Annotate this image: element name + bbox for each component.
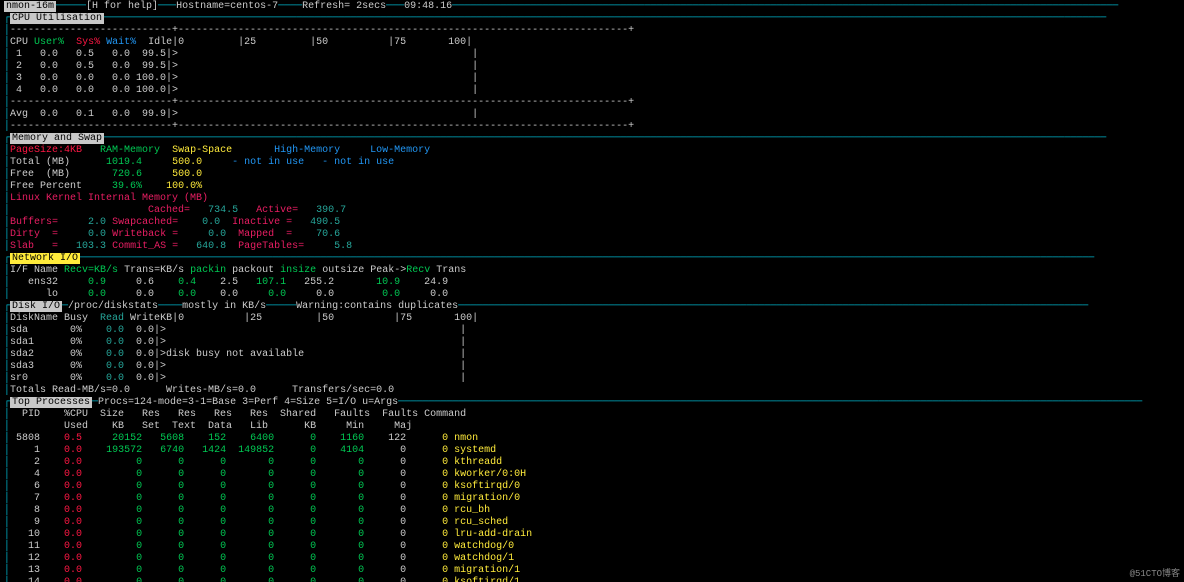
cpu-row: │ 2 0.0 0.5 0.0 99.5|> | <box>4 61 1180 73</box>
net-hdr: │I/F Name Recv=KB/s Trans=KB/s packin pa… <box>4 265 1180 277</box>
disk-row: │sda1 0% 0.0 0.0|> | <box>4 337 1180 349</box>
process-row: │ 4 0.0 0 0 0 0 0 0 0 0 kworker/0:0H <box>4 469 1180 481</box>
process-row: │ 14 0.0 0 0 0 0 0 0 0 0 ksoftirqd/1 <box>4 577 1180 582</box>
process-row: │ 5808 0.5 20152 5608 152 6400 0 1160 12… <box>4 433 1180 445</box>
cpu-ruler-bot: │---------------------------+-----------… <box>4 121 1180 133</box>
process-row: │ 8 0.0 0 0 0 0 0 0 0 0 rcu_bh <box>4 505 1180 517</box>
cpu-row: │ 1 0.0 0.5 0.0 99.5|> | <box>4 49 1180 61</box>
mem-kernel-hdr: │Linux Kernel Internal Memory (MB) <box>4 193 1180 205</box>
cpu-row: │ 4 0.0 0.0 0.0 100.0|> | <box>4 85 1180 97</box>
mem-pct: │Free Percent 39.6% 100.0% <box>4 181 1180 193</box>
top-title: ┌Top Processes─Procs=124-mode=3-1=Base 3… <box>4 397 1180 409</box>
mem-title: ┌Memory and Swap────────────────────────… <box>4 133 1180 145</box>
mem-h1: │PageSize:4KB RAM-Memory Swap-Space High… <box>4 145 1180 157</box>
header-line: nmon-16m─────[H for help]───Hostname=cen… <box>4 1 1180 13</box>
process-row: │ 7 0.0 0 0 0 0 0 0 0 0 migration/0 <box>4 493 1180 505</box>
process-row: │ 6 0.0 0 0 0 0 0 0 0 0 ksoftirqd/0 <box>4 481 1180 493</box>
net-title: ┌Network I/O────────────────────────────… <box>4 253 1180 265</box>
disk-totals: │Totals Read-MB/s=0.0 Writes-MB/s=0.0 Tr… <box>4 385 1180 397</box>
top-h1: │ PID %CPU Size Res Res Res Res Shared F… <box>4 409 1180 421</box>
disk-row: │sda2 0% 0.0 0.0|>disk busy not availabl… <box>4 349 1180 361</box>
mem-free: │Free (MB) 720.6 500.0 <box>4 169 1180 181</box>
process-row: │ 9 0.0 0 0 0 0 0 0 0 0 rcu_sched <box>4 517 1180 529</box>
disk-row: │sda3 0% 0.0 0.0|> | <box>4 361 1180 373</box>
cpu-title: ┌CPU Utilisation────────────────────────… <box>4 13 1180 25</box>
disk-hdr: │DiskName Busy Read WriteKB|0 |25 |50 |7… <box>4 313 1180 325</box>
mem-total: │Total (MB) 1019.4 500.0 - not in use - … <box>4 157 1180 169</box>
watermark: @51CTO博客 <box>1130 568 1180 580</box>
process-row: │ 1 0.0 193572 6740 1424 149852 0 4104 0… <box>4 445 1180 457</box>
mem-k4: │Slab = 103.3 Commit_AS = 640.8 PageTabl… <box>4 241 1180 253</box>
net-row: │ ens32 0.9 0.6 0.4 2.5 107.1 255.2 10.9… <box>4 277 1180 289</box>
disk-row: │sr0 0% 0.0 0.0|> | <box>4 373 1180 385</box>
disk-title: ┌Disk I/O─/proc/diskstats────mostly in K… <box>4 301 1180 313</box>
top-h2: │ Used KB Set Text Data Lib KB Min Maj <box>4 421 1180 433</box>
disk-row: │sda 0% 0.0 0.0|> | <box>4 325 1180 337</box>
process-row: │ 12 0.0 0 0 0 0 0 0 0 0 watchdog/1 <box>4 553 1180 565</box>
terminal-screen[interactable]: nmon-16m─────[H for help]───Hostname=cen… <box>0 0 1184 582</box>
cpu-ruler-top: │---------------------------+-----------… <box>4 25 1180 37</box>
cpu-row: │ 3 0.0 0.0 0.0 100.0|> | <box>4 73 1180 85</box>
cpu-header: │CPU User% Sys% Wait% Idle|0 |25 |50 |75… <box>4 37 1180 49</box>
net-row: │ lo 0.0 0.0 0.0 0.0 0.0 0.0 0.0 0.0 <box>4 289 1180 301</box>
process-row: │ 13 0.0 0 0 0 0 0 0 0 0 migration/1 <box>4 565 1180 577</box>
cpu-avg: │Avg 0.0 0.1 0.0 99.9|> | <box>4 109 1180 121</box>
process-row: │ 11 0.0 0 0 0 0 0 0 0 0 watchdog/0 <box>4 541 1180 553</box>
mem-k2: │Buffers= 2.0 Swapcached= 0.0 Inactive =… <box>4 217 1180 229</box>
process-row: │ 2 0.0 0 0 0 0 0 0 0 0 kthreadd <box>4 457 1180 469</box>
mem-k3: │Dirty = 0.0 Writeback = 0.0 Mapped = 70… <box>4 229 1180 241</box>
cpu-ruler-mid: │---------------------------+-----------… <box>4 97 1180 109</box>
process-row: │ 10 0.0 0 0 0 0 0 0 0 0 lru-add-drain <box>4 529 1180 541</box>
mem-k1: │ Cached= 734.5 Active= 390.7 <box>4 205 1180 217</box>
